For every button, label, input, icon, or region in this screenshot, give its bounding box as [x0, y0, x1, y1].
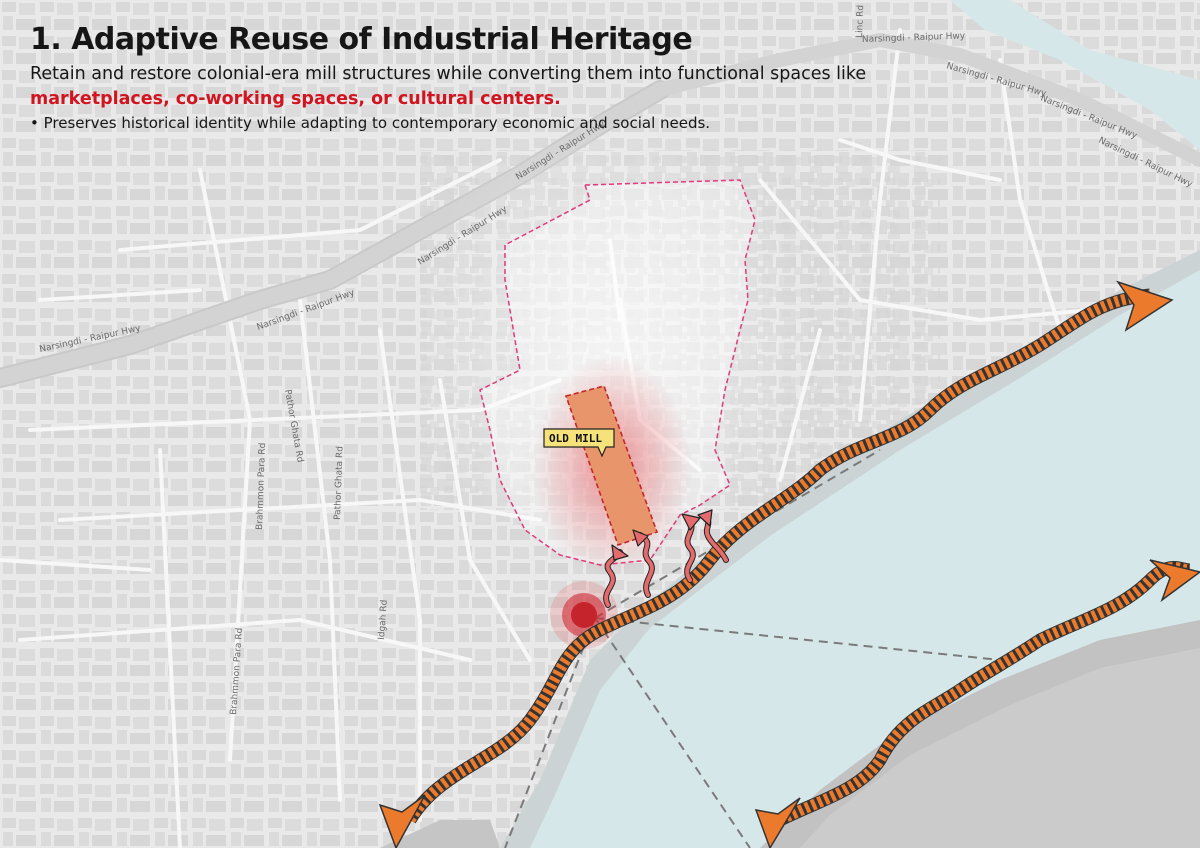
road-label: Linc Rd	[855, 5, 866, 38]
description-text: Retain and restore colonial-era mill str…	[30, 64, 867, 84]
benefit-bullet: • Preserves historical identity while ad…	[30, 114, 711, 132]
page-title: 1. Adaptive Reuse of Industrial Heritage	[30, 22, 693, 57]
description-highlight: marketplaces, co-working spaces, or cult…	[30, 89, 561, 109]
old-mill-label: OLD MILL	[549, 432, 602, 445]
description: Retain and restore colonial-era mill str…	[30, 62, 870, 112]
